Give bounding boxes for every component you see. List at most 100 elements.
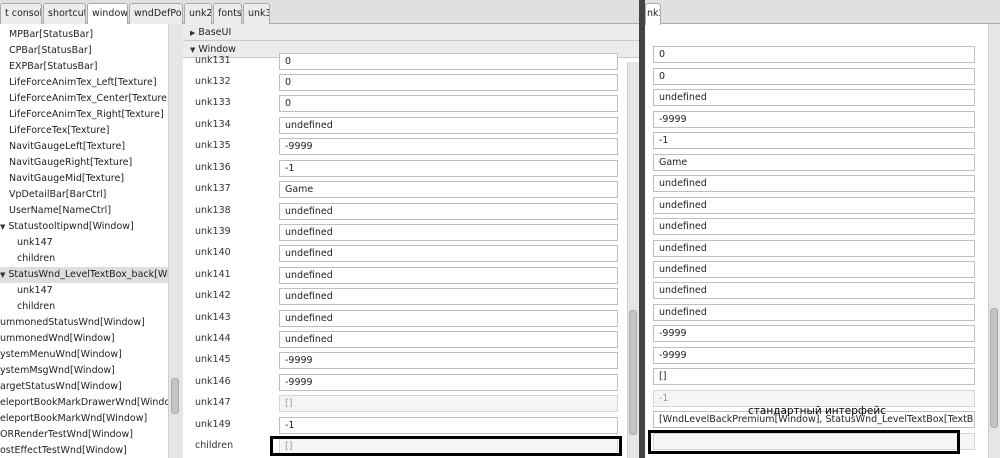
compare-window: nk3 0 0 undefined -9999 -1 Game undefine… xyxy=(645,0,1000,458)
window-tree: MPBar[StatusBar] CPBar[StatusBar] EXPBar… xyxy=(0,24,168,458)
prop-label: unk140 xyxy=(195,247,231,258)
tree-item[interactable]: ummonedStatusWnd[Window] xyxy=(0,315,145,331)
prop-input[interactable]: -1 xyxy=(279,417,618,434)
highlight-box-left xyxy=(270,436,622,456)
prop-input[interactable]: undefined xyxy=(653,218,975,235)
prop-input[interactable]: undefined xyxy=(279,310,618,327)
prop-input[interactable]: undefined xyxy=(653,197,975,214)
tree-item[interactable]: ystemMsgWnd[Window] xyxy=(0,363,115,379)
tree-item[interactable]: NavitGaugeRight[Texture] xyxy=(9,155,132,171)
tab-bar: t console shortcuts windows wndDefPos un… xyxy=(0,0,639,25)
tree-node-selected[interactable]: ▼StatusWnd_LevelTextBox_back[Window] xyxy=(0,267,168,283)
expanded-triangle-icon: ▼ xyxy=(0,223,6,231)
tree-scrollbar-thumb[interactable] xyxy=(171,378,179,414)
prop-input[interactable]: undefined xyxy=(279,224,618,241)
tab-wnddefpos[interactable]: wndDefPos xyxy=(129,3,183,24)
prop-input[interactable]: -9999 xyxy=(653,347,975,364)
prop-input[interactable]: undefined xyxy=(279,203,618,220)
section-label: BaseUI xyxy=(198,27,232,38)
tree-item[interactable]: unk147 xyxy=(17,235,53,251)
prop-input[interactable]: -9999 xyxy=(653,325,975,342)
tree-item[interactable]: NavitGaugeMid[Texture] xyxy=(9,171,124,187)
prop-input[interactable]: undefined xyxy=(653,240,975,257)
prop-input[interactable]: undefined xyxy=(279,117,618,134)
tab-unk3-partial[interactable]: nk3 xyxy=(645,3,661,25)
prop-input[interactable]: undefined xyxy=(653,282,975,299)
properties-panel: ▶ BaseUI ▼ Window unk131 0 unk132 0 unk133… xyxy=(183,24,639,458)
tab-unk2[interactable]: unk2 xyxy=(184,3,212,24)
tree-item[interactable]: ORRenderTestWnd[Window] xyxy=(0,427,133,443)
highlight-box-right xyxy=(648,430,960,454)
prop-label: unk145 xyxy=(195,354,231,365)
prop-label: unk147 xyxy=(195,397,231,408)
prop-input[interactable]: -9999 xyxy=(279,138,618,155)
tree-item[interactable]: LifeForceTex[Texture] xyxy=(9,123,110,139)
tree-item[interactable]: children xyxy=(17,251,55,267)
prop-label: unk142 xyxy=(195,290,231,301)
prop-input[interactable]: undefined xyxy=(653,261,975,278)
prop-input[interactable]: undefined xyxy=(653,304,975,321)
tree-item[interactable]: UserName[NameCtrl] xyxy=(9,203,111,219)
prop-input[interactable]: undefined xyxy=(279,245,618,262)
prop-label: unk139 xyxy=(195,226,231,237)
tree-item[interactable]: VpDetailBar[BarCtrl] xyxy=(9,187,106,203)
prop-input[interactable]: -9999 xyxy=(279,352,618,369)
prop-input[interactable]: 0 xyxy=(279,53,618,70)
prop-input[interactable]: 0 xyxy=(279,74,618,91)
prop-input[interactable]: 0 xyxy=(279,95,618,112)
prop-input[interactable]: Game xyxy=(279,181,618,198)
compare-tab-bar: nk3 xyxy=(645,0,1000,25)
tree-node-statustooltipwnd[interactable]: ▼ Statustooltipwnd[Window] xyxy=(0,219,134,235)
prop-label: unk136 xyxy=(195,162,231,173)
prop-input[interactable]: [] xyxy=(653,368,975,385)
properties-scrollbar-thumb[interactable] xyxy=(629,310,637,435)
prop-label: unk133 xyxy=(195,97,231,108)
prop-label: unk138 xyxy=(195,205,231,216)
compare-scrollbar-thumb[interactable] xyxy=(990,308,998,428)
tree-item[interactable]: MPBar[StatusBar] xyxy=(9,27,93,43)
tree-item[interactable]: ummonedWnd[Window] xyxy=(0,331,115,347)
prop-input[interactable]: -1 xyxy=(279,160,618,177)
prop-input-disabled: [] xyxy=(279,395,618,412)
tree-item[interactable]: eleportBookMarkDrawerWnd[Window] xyxy=(0,395,168,411)
prop-label: unk137 xyxy=(195,183,231,194)
prop-input[interactable]: undefined xyxy=(279,331,618,348)
tree-item[interactable]: unk147 xyxy=(17,283,53,299)
annotation-label: стандартный интерфейс xyxy=(748,405,886,417)
prop-label: unk134 xyxy=(195,119,231,130)
tree-item[interactable]: ystemMenuWnd[Window] xyxy=(0,347,122,363)
section-baseui[interactable]: ▶ BaseUI xyxy=(183,24,639,41)
tree-item[interactable]: argetStatusWnd[Window] xyxy=(0,379,122,395)
prop-input[interactable]: Game xyxy=(653,154,975,171)
tree-item[interactable]: EXPBar[StatusBar] xyxy=(9,59,97,75)
tree-item[interactable]: LifeForceAnimTex_Center[Texture] xyxy=(9,91,168,107)
prop-input[interactable]: undefined xyxy=(279,288,618,305)
tree-item[interactable]: ostEffectTestWnd[Window] xyxy=(0,443,127,458)
tree-item[interactable]: CPBar[StatusBar] xyxy=(9,43,92,59)
tab-console[interactable]: t console xyxy=(0,3,42,24)
tab-shortcuts[interactable]: shortcuts xyxy=(43,3,86,24)
prop-label: unk135 xyxy=(195,140,231,151)
prop-input[interactable]: -1 xyxy=(653,132,975,149)
prop-input[interactable]: undefined xyxy=(653,175,975,192)
expanded-triangle-icon: ▼ xyxy=(0,271,6,279)
prop-input[interactable]: undefined xyxy=(279,267,618,284)
prop-input[interactable]: 0 xyxy=(653,68,975,85)
tree-item[interactable]: LifeForceAnimTex_Right[Texture] xyxy=(9,107,164,123)
prop-label: children xyxy=(195,440,234,451)
tree-item[interactable]: children xyxy=(17,299,55,315)
tab-windows[interactable]: windows xyxy=(87,3,128,25)
tree-item[interactable]: NavitGaugeLeft[Texture] xyxy=(9,139,125,155)
prop-input[interactable]: -9999 xyxy=(279,374,618,391)
prop-label: unk146 xyxy=(195,376,231,387)
prop-input[interactable]: undefined xyxy=(653,89,975,106)
prop-label: unk144 xyxy=(195,333,231,344)
tree-item[interactable]: LifeForceAnimTex_Left[Texture] xyxy=(9,75,157,91)
tab-fonts[interactable]: fonts xyxy=(213,3,242,24)
prop-input[interactable]: 0 xyxy=(653,46,975,63)
tree-item[interactable]: eleportBookMarkWnd[Window] xyxy=(0,411,147,427)
collapsed-triangle-icon: ▶ xyxy=(190,29,196,37)
prop-input[interactable]: -9999 xyxy=(653,111,975,128)
prop-label: unk149 xyxy=(195,419,231,430)
tab-unk3[interactable]: unk3 xyxy=(243,3,270,24)
